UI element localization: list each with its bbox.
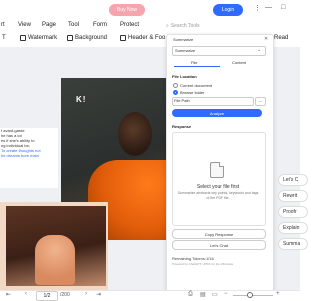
background-tool[interactable]: Background xyxy=(67,35,107,41)
active-tab-indicator xyxy=(174,66,220,67)
watermark-tool[interactable]: Watermark xyxy=(20,35,57,41)
response-box xyxy=(172,132,266,226)
side-pill-summarize[interactable]: Summa xyxy=(278,238,308,250)
lets-chat-button[interactable]: Let's Chat xyxy=(172,240,266,250)
text-line: he dreams bore main xyxy=(1,153,39,158)
file-location-label: File Location xyxy=(172,74,197,79)
menu-item-protect[interactable]: Protect xyxy=(120,22,139,28)
panel-title: Summarize xyxy=(173,37,194,42)
search-tools-placeholder: Search Tools xyxy=(170,23,200,29)
side-pill-rewrite[interactable]: Rewrit xyxy=(278,190,308,202)
search-tools[interactable]: ⌕ Search Tools xyxy=(166,20,216,32)
side-pill-explain[interactable]: Explain xyxy=(278,222,308,234)
file-path-value: File Path xyxy=(174,98,190,103)
radio-current-document-label: Current document xyxy=(180,83,213,88)
browse-button[interactable]: ··· xyxy=(255,97,266,106)
fit-page-icon[interactable]: ▭ xyxy=(212,291,218,298)
print-icon[interactable]: ⎙ xyxy=(188,291,193,298)
text-tool-icon[interactable]: T xyxy=(2,35,6,41)
zoom-out-icon[interactable]: − xyxy=(224,291,228,297)
header-footer-icon xyxy=(120,35,126,41)
background-label: Background xyxy=(75,35,108,41)
menu-item-page[interactable]: Page xyxy=(42,22,56,28)
radio-browse-folder-label: Browse folder xyxy=(180,90,205,95)
header-footer-tool[interactable]: Header & Foo xyxy=(120,35,165,41)
buy-now-button[interactable]: Buy Now xyxy=(109,4,145,16)
close-icon[interactable]: ✕ xyxy=(264,36,268,42)
zoom-slider-knob[interactable] xyxy=(247,292,253,298)
layout-icon[interactable]: ▤ xyxy=(200,291,206,298)
login-button[interactable]: Login xyxy=(213,4,243,16)
read-label: Read xyxy=(274,35,289,41)
tab-content[interactable]: Content xyxy=(232,60,246,65)
chevron-down-icon: ⌄ xyxy=(257,47,262,53)
menu-item-edit[interactable]: rt xyxy=(1,22,5,28)
zoom-in-icon[interactable]: + xyxy=(276,291,280,297)
secondary-photo-figure xyxy=(35,235,75,285)
analyze-button[interactable]: Analyze xyxy=(172,109,262,117)
watermark-icon xyxy=(20,35,26,41)
radio-current-document[interactable] xyxy=(173,83,178,88)
first-page-icon[interactable]: ⇤ xyxy=(6,291,11,298)
summarize-description: Summarize abstracts key points, keywords… xyxy=(177,191,259,200)
menu-item-tool[interactable]: Tool xyxy=(68,22,79,28)
last-page-icon[interactable]: ⇥ xyxy=(96,291,101,298)
more-options-icon[interactable]: ⋮ xyxy=(254,4,261,12)
side-pill-proofread[interactable]: Proofr xyxy=(278,206,308,218)
next-page-icon[interactable]: › xyxy=(85,291,87,297)
select-file-message: Select your file first xyxy=(196,184,240,190)
response-label: Response xyxy=(172,124,192,129)
header-footer-label: Header & Foo xyxy=(128,35,166,41)
prev-page-icon[interactable]: ‹ xyxy=(25,291,27,297)
radio-browse-folder[interactable] xyxy=(173,90,178,95)
magazine-logo: K! xyxy=(76,95,87,104)
page-text-fragment: f avant-garde he has a lot es if she's a… xyxy=(0,128,58,188)
tab-file[interactable]: File xyxy=(191,60,197,65)
menu-item-form[interactable]: Form xyxy=(93,22,107,28)
remaining-tokens: Remaining Tokens:1/16 xyxy=(172,256,214,261)
search-icon: ⌕ xyxy=(166,23,169,29)
menu-item-view[interactable]: View xyxy=(18,22,31,28)
maximize-icon[interactable]: □ xyxy=(281,4,285,11)
powered-by-text: Powered by ChatGPT, UPDF for the Windows xyxy=(172,262,234,266)
file-icon-fold xyxy=(219,162,224,167)
copy-response-button[interactable]: Copy Response xyxy=(172,229,266,239)
portrait-figure-head xyxy=(118,112,152,156)
watermark-label: Watermark xyxy=(28,35,58,41)
minimize-icon[interactable]: — xyxy=(265,4,272,11)
background-icon xyxy=(67,35,73,41)
mode-select-value: Summarize xyxy=(175,48,196,53)
side-pill-lets-chat[interactable]: Let's C xyxy=(278,174,308,186)
page-total: /200 xyxy=(60,292,70,298)
zoom-slider-track[interactable] xyxy=(233,295,273,296)
